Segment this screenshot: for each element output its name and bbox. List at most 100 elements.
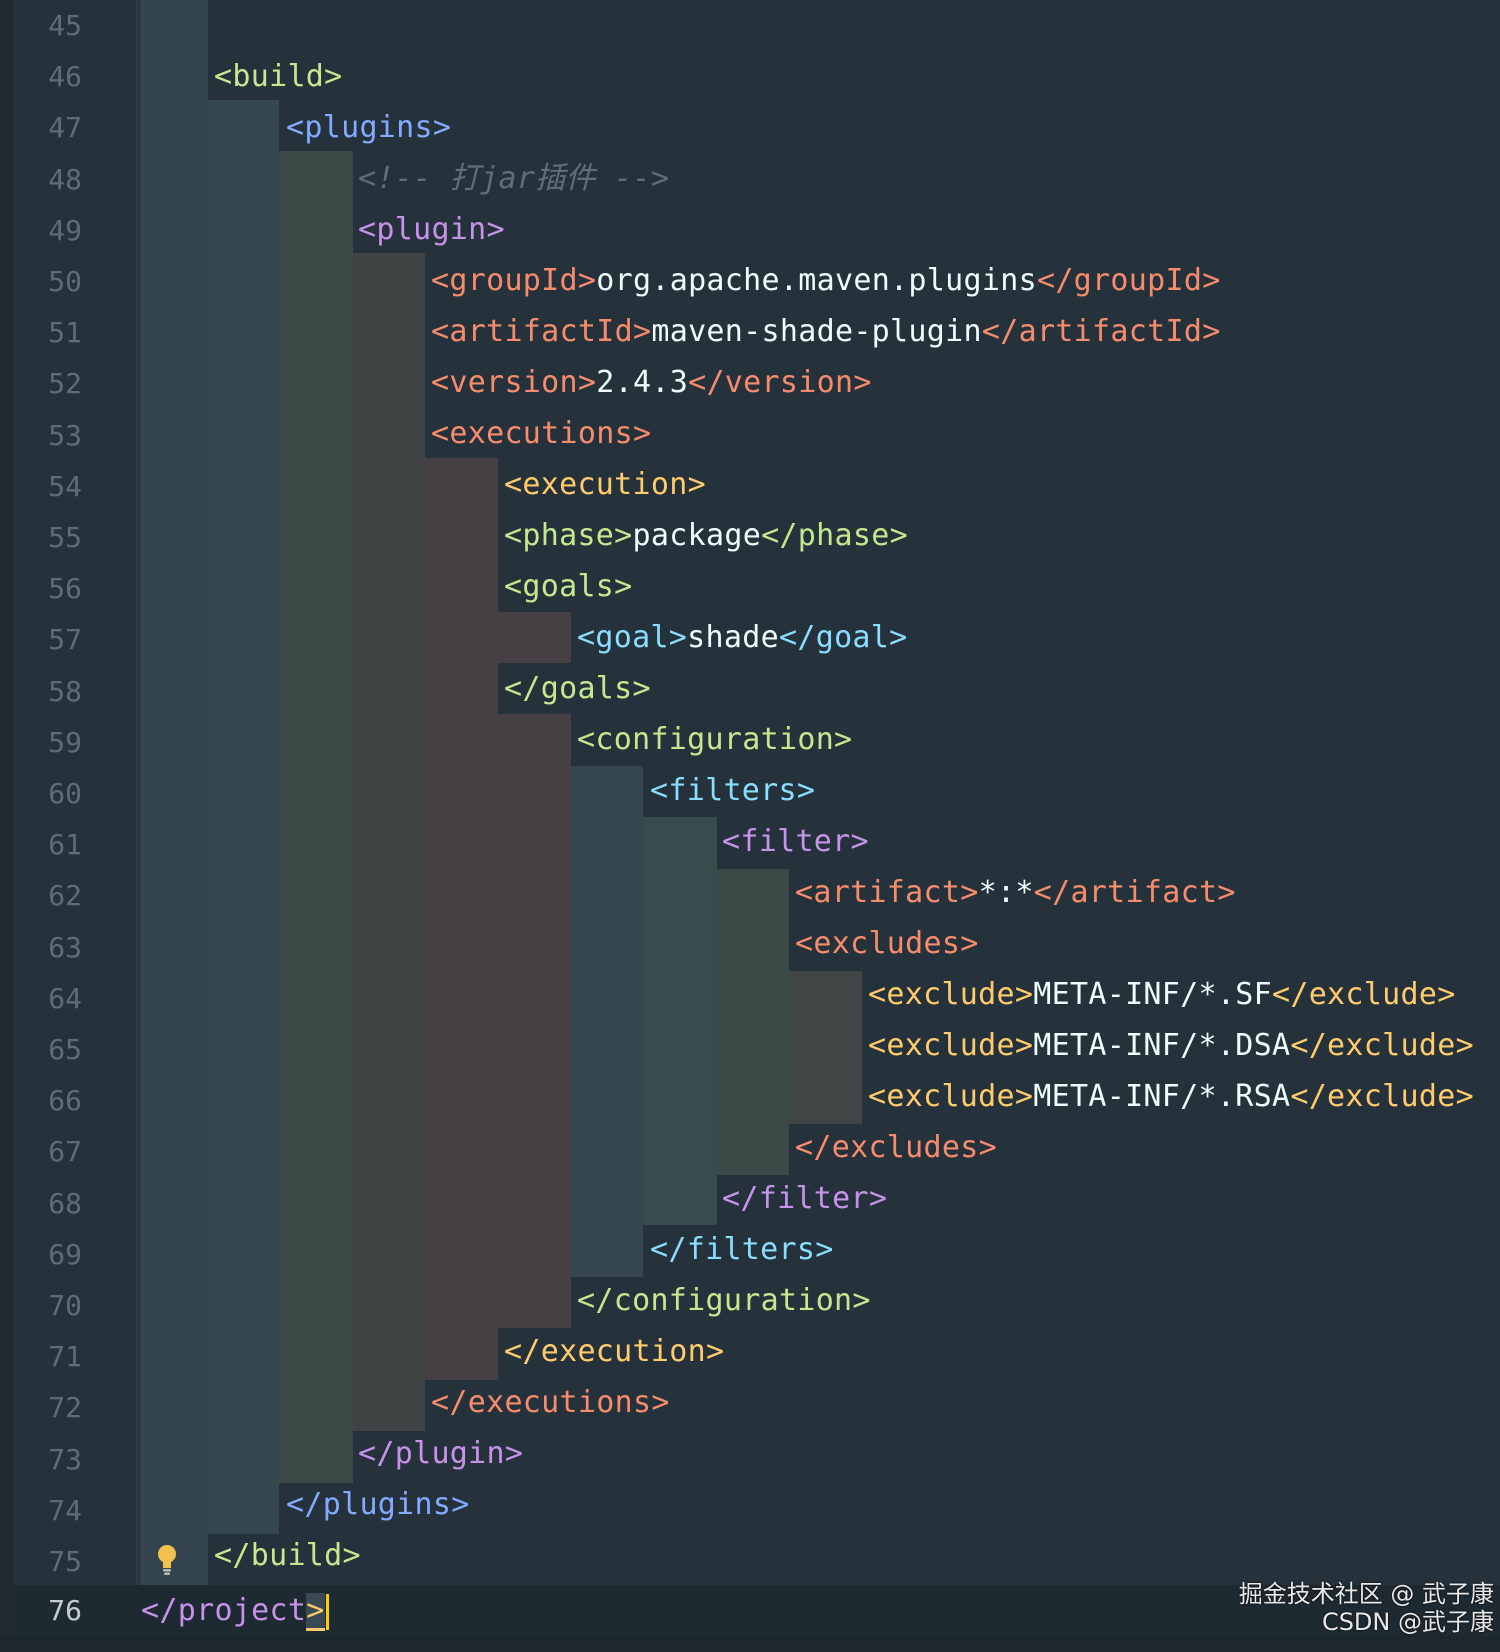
line-number[interactable]: 76 — [22, 1585, 82, 1636]
exclude-value: META-INF/*.RSA — [1033, 1079, 1291, 1114]
code-line-65: <exclude>META-INF/*.DSA</exclude> — [868, 1020, 1474, 1071]
tag-phase-open: <phase> — [504, 518, 633, 553]
line-number[interactable]: 58 — [22, 666, 82, 717]
code-line-57: <goal>shade</goal> — [577, 612, 908, 663]
code-line-68: </filter> — [722, 1173, 887, 1224]
line-number[interactable]: 71 — [22, 1331, 82, 1382]
line-number[interactable]: 56 — [22, 563, 82, 614]
artifactid-value: maven-shade-plugin — [651, 314, 982, 349]
tag-execution-open: <execution> — [504, 467, 706, 502]
tag-exclude-close: </exclude> — [1271, 977, 1456, 1012]
tag-build-open: <build> — [214, 59, 343, 94]
goal-value: shade — [687, 620, 779, 655]
code-line-55: <phase>package</phase> — [504, 510, 908, 561]
code-line-76[interactable]: </project> — [141, 1585, 329, 1636]
tag-artifactid-open: <artifactId> — [431, 314, 652, 349]
code-editor[interactable]: 45 46 47 48 49 50 51 52 53 54 55 56 57 58 59 60 61 62 63 64… — [0, 0, 1500, 1652]
line-number[interactable]: 70 — [22, 1280, 82, 1331]
indent-guide-level-5 — [425, 458, 498, 1380]
gutter-edge — [0, 0, 14, 1652]
tag-goal-open: <goal> — [577, 620, 688, 655]
code-line-53: <executions> — [431, 408, 651, 459]
code-line-73: </plugin> — [358, 1428, 523, 1479]
tag-exclude-close: </exclude> — [1290, 1028, 1474, 1063]
indent-guide-level-4 — [353, 253, 425, 1431]
line-number[interactable]: 54 — [22, 461, 82, 512]
code-line-71: </execution> — [504, 1326, 724, 1377]
indent-guide-level-8 — [643, 817, 717, 1225]
line-number[interactable]: 63 — [22, 922, 82, 973]
watermark: 掘金技术社区 @ 武子康 CSDN @武子康 — [1239, 1580, 1494, 1636]
line-number[interactable]: 49 — [22, 205, 82, 256]
line-number[interactable]: 69 — [22, 1229, 82, 1280]
line-number[interactable]: 61 — [22, 819, 82, 870]
gutter-divider — [136, 0, 138, 1652]
tag-plugins-open: <plugins> — [286, 110, 452, 145]
tag-goals-open: <goals> — [504, 569, 633, 604]
line-number[interactable]: 60 — [22, 768, 82, 819]
line-number[interactable]: 72 — [22, 1382, 82, 1433]
line-number[interactable]: 51 — [22, 307, 82, 358]
code-line-75: </build> — [214, 1530, 361, 1581]
line-number[interactable]: 74 — [22, 1485, 82, 1536]
exclude-value: META-INF/*.DSA — [1033, 1028, 1291, 1063]
text-cursor — [325, 1593, 329, 1630]
code-line-62: <artifact>*:*</artifact> — [795, 867, 1236, 918]
code-line-72: </executions> — [431, 1377, 670, 1428]
code-line-64: <exclude>META-INF/*.SF</exclude> — [868, 969, 1456, 1020]
code-line-69: </filters> — [650, 1224, 834, 1275]
line-number[interactable]: 67 — [22, 1126, 82, 1177]
version-value: 2.4.3 — [596, 365, 689, 400]
tag-exclude-open: <exclude> — [868, 977, 1034, 1012]
line-number[interactable]: 73 — [22, 1434, 82, 1485]
code-line-49: <plugin> — [358, 204, 505, 255]
watermark-line-1: 掘金技术社区 @ 武子康 — [1238, 1580, 1494, 1608]
indent-guide-level-7 — [571, 766, 643, 1277]
lightbulb-icon[interactable] — [155, 1543, 179, 1577]
line-number[interactable]: 45 — [22, 0, 82, 51]
tag-plugin-close: </plugin> — [358, 1436, 524, 1471]
code-line-74: </plugins> — [286, 1479, 470, 1530]
tag-excludes-close: </excludes> — [795, 1130, 997, 1165]
indent-guide-level-9 — [717, 869, 789, 1175]
indent-guide-level-3 — [279, 151, 353, 1483]
line-number[interactable]: 66 — [22, 1075, 82, 1126]
tag-phase-close: </phase> — [761, 518, 908, 553]
tag-project-close: </project — [141, 1593, 307, 1628]
line-number[interactable]: 48 — [22, 154, 82, 205]
line-number[interactable]: 59 — [22, 717, 82, 768]
exclude-value: META-INF/*.SF — [1033, 977, 1272, 1012]
indent-guide-level-2 — [208, 100, 279, 1534]
code-line-48: <!-- 打jar插件 --> — [358, 153, 669, 204]
tag-filters-close: </filters> — [650, 1232, 834, 1267]
line-number[interactable]: 62 — [22, 870, 82, 921]
code-line-47: <plugins> — [286, 102, 451, 153]
line-number[interactable]: 68 — [22, 1178, 82, 1229]
tag-configuration-open: <configuration> — [577, 722, 853, 757]
tag-groupid-open: <groupId> — [431, 263, 597, 298]
code-line-66: <exclude>META-INF/*.RSA</exclude> — [868, 1071, 1474, 1122]
code-line-54: <execution> — [504, 459, 706, 510]
tag-filter-close: </filter> — [722, 1181, 888, 1216]
line-number[interactable]: 50 — [22, 256, 82, 307]
bottom-edge — [0, 1636, 1500, 1652]
line-number[interactable]: 53 — [22, 410, 82, 461]
indent-guide-execution-inner — [498, 714, 571, 1328]
tag-artifactid-close: </artifactId> — [981, 314, 1221, 349]
code-line-52: <version>2.4.3</version> — [431, 357, 872, 408]
matched-bracket: > — [306, 1593, 325, 1631]
line-number[interactable]: 64 — [22, 973, 82, 1024]
line-number[interactable]: 75 — [22, 1536, 82, 1587]
line-number[interactable]: 46 — [22, 51, 82, 102]
code-line-67: </excludes> — [795, 1122, 997, 1173]
tag-plugins-close: </plugins> — [286, 1487, 470, 1522]
line-number[interactable]: 57 — [22, 614, 82, 665]
tag-exclude-close: </exclude> — [1290, 1079, 1474, 1114]
tag-executions-close: </executions> — [431, 1385, 670, 1420]
line-number[interactable]: 52 — [22, 358, 82, 409]
line-number[interactable]: 47 — [22, 102, 82, 153]
line-number[interactable]: 65 — [22, 1024, 82, 1075]
code-line-58: </goals> — [504, 663, 651, 714]
tag-executions-open: <executions> — [431, 416, 652, 451]
line-number[interactable]: 55 — [22, 512, 82, 563]
